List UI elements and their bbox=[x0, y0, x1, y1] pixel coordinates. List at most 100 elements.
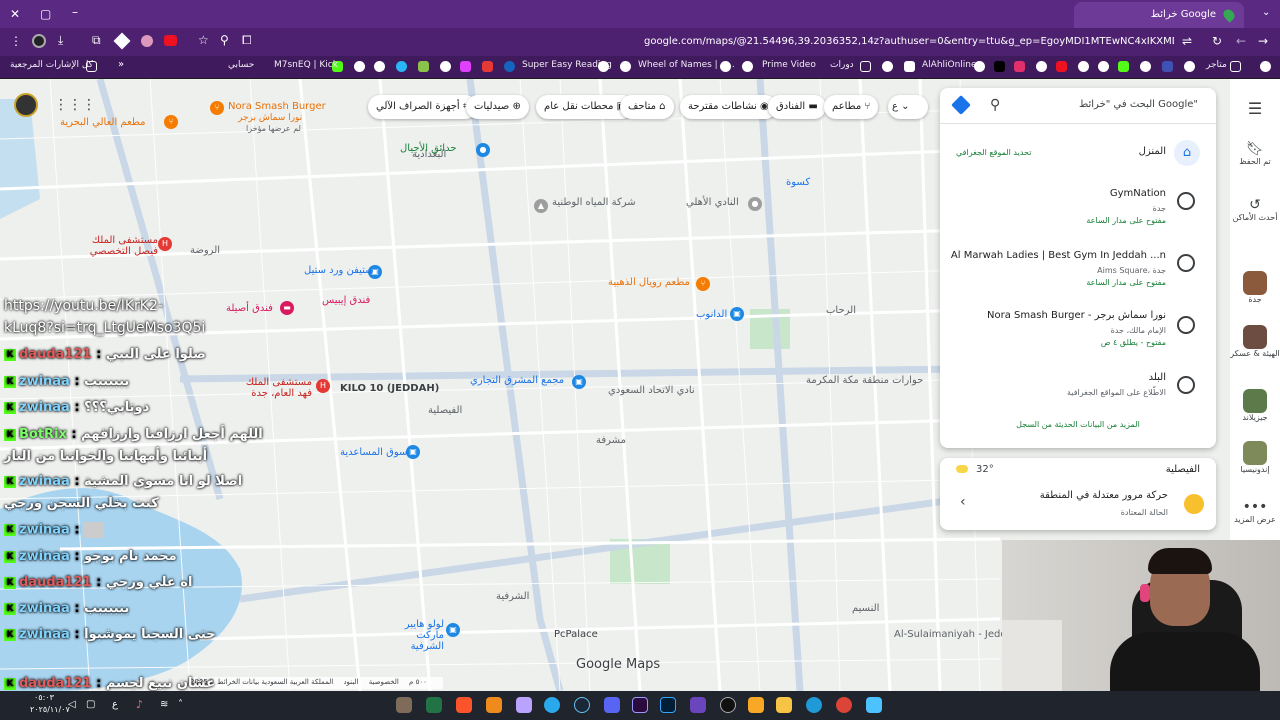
hospital-pin-icon[interactable]: H bbox=[316, 379, 330, 393]
taskbar-app-icon[interactable] bbox=[690, 697, 706, 713]
premiere-icon[interactable] bbox=[632, 697, 648, 713]
extension-2-icon[interactable] bbox=[113, 32, 131, 50]
menu-icon[interactable]: ☰ bbox=[1230, 99, 1280, 118]
edge-icon[interactable] bbox=[806, 697, 822, 713]
poi-ahli-sea[interactable]: مطعم العالي البحرية bbox=[60, 117, 145, 128]
bookmark-courses[interactable]: دورات bbox=[830, 60, 854, 70]
chip-atm[interactable]: أجهزة الصراف الآلي ⌗ bbox=[368, 95, 477, 119]
footer-privacy[interactable]: الخصوصية bbox=[369, 678, 399, 686]
bookmark-account[interactable]: حسابي bbox=[228, 60, 254, 70]
restaurant-pin-icon[interactable]: ⑂ bbox=[210, 101, 224, 115]
recent-place-2[interactable]: جيزيلاند bbox=[1230, 389, 1280, 422]
bookmark-stores[interactable]: متاجر bbox=[1206, 60, 1227, 70]
home-row[interactable]: ⌂ المنزل تحديد الموقع الجغرافي bbox=[940, 134, 1216, 174]
shopping-pin-icon[interactable]: ▣ bbox=[446, 623, 460, 637]
directions-icon[interactable] bbox=[951, 95, 971, 115]
chip-activities[interactable]: نشاطات مقترحة ◉ bbox=[680, 95, 777, 119]
shopping-pin-icon[interactable]: ▣ bbox=[730, 307, 744, 321]
download-icon[interactable]: ⤓ bbox=[58, 34, 63, 46]
search-box[interactable]: البحث في "خرائط Google" ⚲ bbox=[940, 88, 1216, 124]
hotel-pin-icon[interactable]: ▬ bbox=[280, 301, 294, 315]
extensions-puzzle-icon[interactable]: ⧉ bbox=[92, 34, 101, 46]
speaker-icon[interactable]: ◁ bbox=[68, 699, 76, 710]
bookmark-kick[interactable]: M7snEQ | Kick bbox=[274, 60, 338, 70]
back-arrow-icon[interactable]: ← bbox=[1236, 35, 1246, 47]
chip-museums[interactable]: متاحف ⌂ bbox=[620, 95, 674, 119]
extension-4-icon[interactable] bbox=[164, 35, 177, 46]
restaurant-pin-icon[interactable]: ⑂ bbox=[164, 115, 178, 129]
reload-icon[interactable]: ↻ bbox=[1212, 35, 1222, 47]
suggestion-row[interactable]: البلد الاطّلاع على المواقع الجغرافية bbox=[940, 368, 1216, 408]
recent-button[interactable]: ↺ أحدث الأماكن bbox=[1230, 197, 1280, 222]
footer-scale[interactable]: ٥٠٠ م bbox=[409, 678, 427, 686]
suggestion-row[interactable]: GymNation جدة مفتوح على مدار الساعة bbox=[940, 182, 1216, 234]
poi-lulu[interactable]: لولو هايبر ماركت الشرفية bbox=[382, 619, 444, 652]
bookmarks-overflow-icon[interactable]: » bbox=[118, 60, 124, 70]
url-text[interactable]: google.com/maps/@21.54496,39.2036352,14z… bbox=[644, 36, 1174, 47]
photoshop-icon[interactable] bbox=[660, 697, 676, 713]
poi-fazza[interactable]: فندق إيبيس bbox=[322, 295, 370, 306]
more-button[interactable]: ••• عرض المزيد bbox=[1230, 499, 1280, 524]
shopping-pin-icon[interactable]: ▣ bbox=[572, 375, 586, 389]
extension-3-icon[interactable] bbox=[141, 35, 153, 47]
more-history-link[interactable]: المزيد من البيانات الحديثة من السجل bbox=[940, 420, 1216, 429]
chrome-icon[interactable] bbox=[836, 697, 852, 713]
chip-hotels[interactable]: الفنادق ▬ bbox=[768, 95, 826, 119]
poi-nora[interactable]: Nora Smash Burger bbox=[228, 101, 326, 112]
sports-pin-icon[interactable]: ● bbox=[748, 197, 762, 211]
recent-place-1[interactable]: الهيئة & عسكر bbox=[1230, 325, 1280, 358]
restore-window-icon[interactable]: ▢ bbox=[40, 8, 51, 20]
bookmark-alahli[interactable]: AlAhliOnline bbox=[922, 60, 977, 70]
forward-arrow-icon[interactable]: → bbox=[1258, 35, 1268, 47]
park-pin-icon[interactable]: ● bbox=[476, 143, 490, 157]
recent-place-3[interactable]: إندونيسيا bbox=[1230, 441, 1280, 474]
apps-grid-icon[interactable]: ⋮⋮⋮ bbox=[54, 97, 96, 113]
discord-icon[interactable] bbox=[604, 697, 620, 713]
search-icon[interactable]: ⚲ bbox=[990, 97, 1000, 113]
wifi-icon[interactable]: ≋ bbox=[160, 699, 168, 710]
footer-terms[interactable]: البنود bbox=[343, 678, 358, 686]
brave-icon[interactable] bbox=[456, 697, 472, 713]
taskbar-app-icon[interactable] bbox=[426, 697, 442, 713]
mic-icon[interactable]: ♪ bbox=[136, 698, 143, 711]
network-icon[interactable]: ▢ bbox=[86, 699, 95, 710]
suggestion-row[interactable]: Al Marwah Ladies | Best Gym In Jeddah ..… bbox=[940, 244, 1216, 296]
traffic-card[interactable]: الفيصلية 32° حركة مرور معتدلة في المنطقة… bbox=[940, 458, 1216, 530]
taskbar-app-icon[interactable] bbox=[720, 697, 736, 713]
zoom-icon[interactable]: ⚲ bbox=[220, 34, 229, 46]
minimize-window-icon[interactable]: – bbox=[72, 6, 78, 18]
telegram-icon[interactable] bbox=[544, 697, 560, 713]
suggestion-row[interactable]: Nora Smash Burger - نورا سماش برجر الإما… bbox=[940, 306, 1216, 358]
poi-danube[interactable]: الدانوب bbox=[696, 309, 727, 320]
recent-place-0[interactable]: جدة bbox=[1230, 271, 1280, 304]
taskbar-app-icon[interactable] bbox=[516, 697, 532, 713]
all-bookmarks-link[interactable]: كل الإشارات المرجعية bbox=[10, 60, 93, 70]
account-avatar[interactable] bbox=[14, 93, 38, 117]
site-settings-icon[interactable]: ⇌ bbox=[1182, 35, 1192, 47]
bookmark-star-icon[interactable]: ☆ bbox=[198, 34, 209, 46]
saved-button[interactable]: 🔖︎ تم الحفظ bbox=[1230, 141, 1280, 166]
windows-start-icon[interactable] bbox=[866, 697, 882, 713]
language-indicator[interactable]: ع bbox=[112, 699, 118, 710]
file-explorer-icon[interactable] bbox=[776, 697, 792, 713]
poi-faisal-hospital[interactable]: مستشفى الملك فيصل التخصصي bbox=[80, 235, 158, 257]
tab-menu-chevron-icon[interactable]: ⌄ bbox=[1262, 8, 1270, 18]
menu-dots-icon[interactable]: ⋮ bbox=[10, 35, 22, 47]
chevron-left-icon[interactable]: ‹ bbox=[960, 494, 966, 510]
steam-icon[interactable] bbox=[574, 697, 590, 713]
taskbar-app-icon[interactable] bbox=[396, 697, 412, 713]
layers-toggle[interactable]: ع ⌄ bbox=[888, 95, 928, 119]
extension-icon[interactable] bbox=[32, 34, 46, 48]
poi-saed-market[interactable]: سوق المساعدية bbox=[340, 447, 407, 458]
chip-restaurants[interactable]: مطاعم ⑂ bbox=[824, 95, 879, 119]
poi-sharq[interactable]: مجمع المشرق التجاري bbox=[470, 375, 564, 386]
taskbar-app-icon[interactable] bbox=[748, 697, 764, 713]
cast-icon[interactable]: ⧠ bbox=[242, 34, 252, 46]
building-pin-icon[interactable]: ▲ bbox=[534, 199, 548, 213]
search-input[interactable]: البحث في "خرائط Google" bbox=[1079, 99, 1198, 110]
hospital-pin-icon[interactable]: H bbox=[158, 237, 172, 251]
active-tab[interactable]: خرائط Google bbox=[1074, 2, 1244, 28]
taskbar-app-icon[interactable] bbox=[486, 697, 502, 713]
poi-asala[interactable]: فندق أصيلة bbox=[226, 303, 273, 314]
restaurant-pin-icon[interactable]: ⑂ bbox=[696, 277, 710, 291]
